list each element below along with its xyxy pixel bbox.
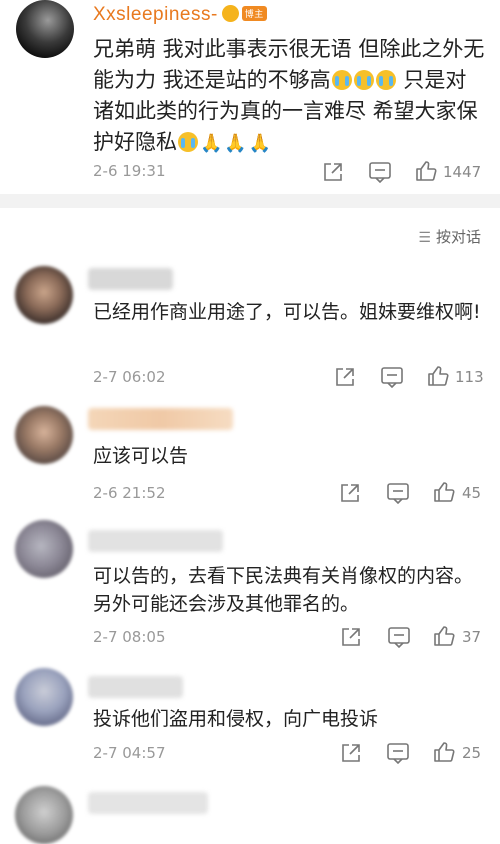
post-username[interactable]: Xxsleepiness- 博主 [93,4,267,26]
like-count: 37 [462,628,482,646]
commenter-name-blurred[interactable] [88,530,223,552]
comment-text: 投诉他们盗用和侵权，向广电投诉 [93,708,379,730]
commenter-name-blurred[interactable] [88,268,173,290]
sort-icon: ☰ [418,230,431,246]
commenter-avatar[interactable] [15,520,73,578]
like-count: 1447 [443,163,482,181]
like-icon[interactable] [426,364,450,388]
share-icon[interactable] [339,482,361,504]
commenter-avatar[interactable] [15,406,73,464]
share-icon[interactable] [340,626,362,648]
crying-emoji-icon [375,70,396,90]
like-count: 25 [462,744,482,762]
share-icon[interactable] [340,742,362,764]
share-icon[interactable] [334,366,356,388]
like-icon[interactable] [432,740,456,764]
section-divider [0,194,500,208]
share-icon[interactable] [322,161,344,183]
like-count: 45 [462,484,482,502]
crying-emoji-icon [178,132,198,152]
commenter-avatar[interactable] [15,786,73,844]
comment-icon[interactable] [368,161,392,183]
commenter-name-blurred[interactable] [88,408,233,430]
comment-icon[interactable] [387,626,411,648]
comment-text: 可以告的，去看下民法典有关肖像权的内容。另外可能还会涉及其他罪名的。 [93,565,474,615]
comment-time: 2-7 08:05 [93,628,166,646]
crying-emoji-icon [331,70,352,90]
comment-time: 2-6 21:52 [93,484,166,502]
post-avatar[interactable] [16,0,74,58]
post-time: 2-6 19:31 [93,162,166,180]
comment-time: 2-7 06:02 [93,368,166,386]
commenter-avatar[interactable] [15,668,73,726]
pray-emoji-icon: 🙏 [248,133,272,154]
like-count: 113 [455,368,484,386]
commenter-name-blurred[interactable] [88,676,183,698]
comment-icon[interactable] [386,742,410,764]
comment-time: 2-7 04:57 [93,744,166,762]
comment-icon[interactable] [386,482,410,504]
sort-by-conversation-button[interactable]: ☰ 按对话 [418,226,481,247]
pray-emoji-icon: 🙏 [224,133,247,154]
like-icon[interactable] [414,159,438,183]
crying-emoji-icon [353,70,374,90]
pray-emoji-icon: 🙏 [200,133,223,154]
like-icon[interactable] [432,480,456,504]
commenter-avatar[interactable] [15,266,73,324]
post-text: 兄弟萌 我对此事表示很无语 但除此之外无 能为力 我还是站的不够高 只是对 诸如… [93,37,485,154]
comment-text: 应该可以告 [93,445,189,467]
like-icon[interactable] [432,624,456,648]
comment-icon[interactable] [380,366,404,388]
face-emoji-icon [221,5,239,22]
main-post: Xxsleepiness- 博主 兄弟萌 我对此事表示很无语 但除此之外无 能为力… [0,0,500,200]
commenter-name-blurred[interactable] [88,792,208,814]
comment-text: 已经用作商业用途了，可以告。姐妹要维权啊! [93,301,481,323]
author-badge: 博主 [241,6,267,21]
